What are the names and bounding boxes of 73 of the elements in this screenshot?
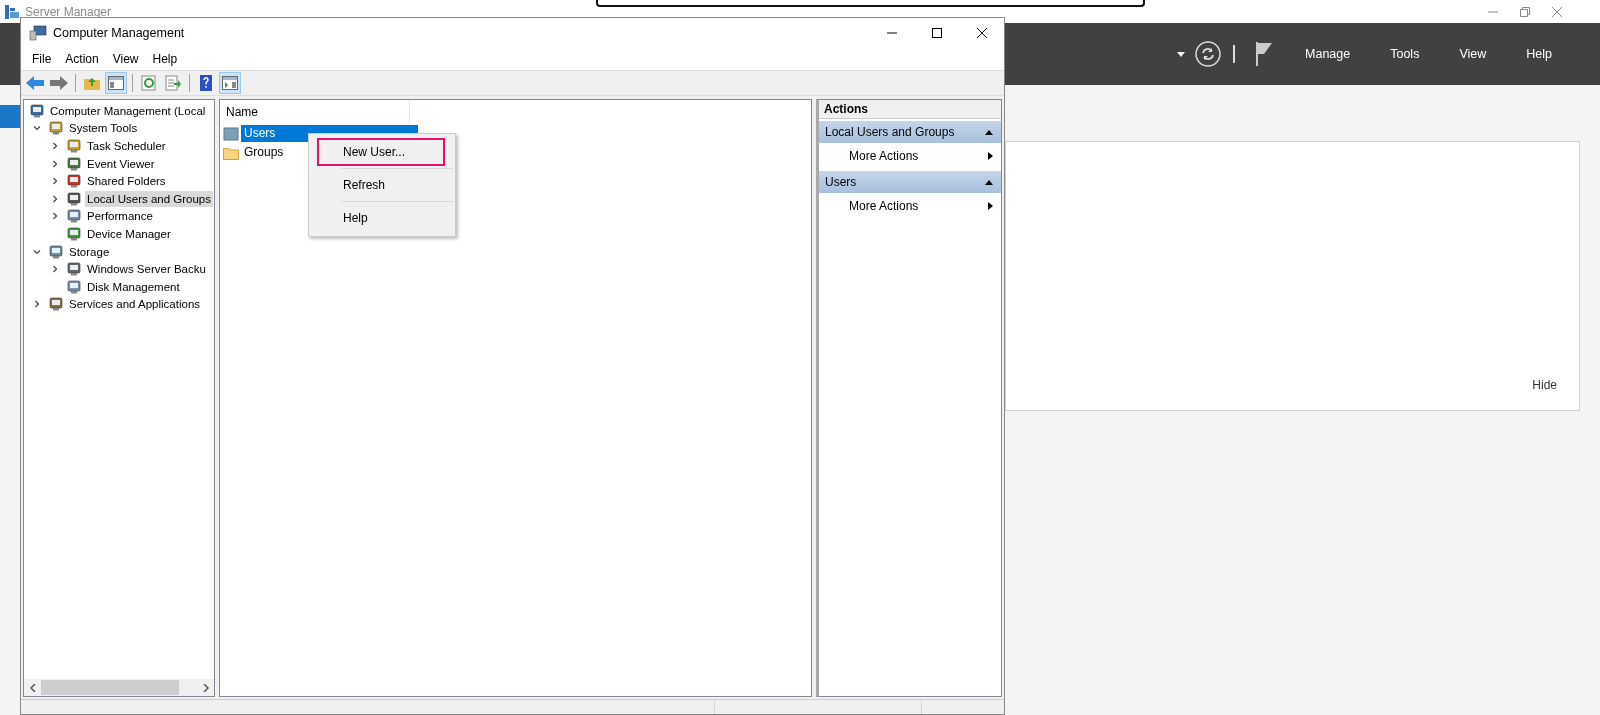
maximize-icon [931, 28, 942, 38]
collapse-triangle-icon[interactable] [985, 128, 993, 136]
tree-item[interactable]: Disk Management [85, 278, 182, 295]
menu-item[interactable]: Help [145, 48, 185, 70]
chevron-down-icon[interactable] [33, 247, 41, 256]
window-title: Computer Management [53, 26, 185, 40]
chevron-left-icon [29, 683, 36, 692]
dropdown-caret-icon[interactable] [1177, 51, 1186, 57]
node-icon [66, 208, 82, 225]
export-list-button[interactable] [162, 72, 184, 94]
node-icon [66, 138, 82, 154]
header-menu-item[interactable]: Help [1506, 39, 1572, 69]
users-folder-icon [223, 126, 239, 141]
hide-link[interactable]: Hide [1532, 378, 1557, 392]
node-icon [48, 120, 64, 137]
computer-icon [29, 25, 47, 41]
node-icon [66, 155, 82, 172]
folder-icon [223, 145, 239, 160]
context-menu-item[interactable]: Refresh [317, 171, 445, 199]
sidebar-selected-tile[interactable] [0, 105, 20, 128]
menu-item[interactable]: View [105, 48, 146, 70]
node-icon [66, 173, 82, 190]
horizontal-scrollbar[interactable] [24, 679, 214, 696]
header-menu-item[interactable]: Tools [1370, 39, 1440, 69]
tree-item[interactable]: Task Scheduler [85, 138, 168, 154]
flag-icon[interactable] [1255, 42, 1274, 66]
chevron-down-icon[interactable] [33, 124, 41, 133]
tree-item[interactable]: Device Manager [85, 225, 173, 242]
tree-item[interactable]: Shared Folders [85, 173, 168, 190]
chevron-right-icon[interactable] [33, 300, 41, 309]
chevron-right-icon[interactable] [51, 142, 59, 150]
node-icon [66, 261, 82, 278]
tree-item[interactable]: Windows Server Backu [85, 261, 208, 278]
context-menu-item[interactable]: New User... [317, 138, 445, 166]
menu-item[interactable]: Action [58, 48, 106, 70]
node-icon [29, 102, 45, 119]
header-menu-item[interactable]: Manage [1285, 39, 1371, 69]
tree-item[interactable]: Storage [67, 243, 112, 260]
submenu-arrow-icon[interactable] [986, 202, 994, 210]
app-title: Server Manager [25, 4, 112, 19]
console-tree-button[interactable] [105, 72, 127, 94]
tree-item[interactable]: System Tools [67, 120, 140, 137]
actions-section-header[interactable]: Users [819, 171, 1001, 193]
tree-item[interactable]: Performance [85, 208, 155, 225]
tree-item[interactable]: Computer Management (Local [48, 102, 208, 119]
action-item[interactable]: More Actions [819, 193, 1001, 219]
collapse-triangle-icon[interactable] [985, 178, 993, 186]
submenu-arrow-icon[interactable] [986, 152, 994, 160]
chevron-right-icon[interactable] [51, 265, 59, 274]
action-pane-button[interactable] [219, 72, 241, 94]
chevron-right-icon [202, 683, 209, 692]
node-icon [48, 243, 64, 260]
tree-item[interactable]: Event Viewer [85, 155, 157, 172]
node-icon [66, 278, 82, 295]
actions-header: Actions [819, 100, 1001, 119]
menu-item[interactable]: File [25, 48, 59, 70]
refresh-icon[interactable] [1195, 41, 1222, 67]
header-menu-item[interactable]: View [1439, 39, 1507, 69]
action-item[interactable]: More Actions [819, 143, 1001, 169]
column-header[interactable]: Name [220, 100, 410, 124]
close-icon[interactable] [1552, 6, 1562, 17]
restore-icon[interactable] [1520, 6, 1530, 17]
close-icon [976, 28, 987, 38]
actions-section-header[interactable]: Local Users and Groups [819, 121, 1001, 143]
node-icon [66, 190, 82, 207]
tree-item[interactable]: Local Users and Groups [85, 190, 213, 207]
context-menu-item[interactable]: Help [317, 204, 445, 232]
node-icon [66, 225, 82, 242]
tree-item[interactable]: Services and Applications [67, 296, 203, 313]
section-title: Local Users and Groups [825, 125, 955, 139]
node-icon [48, 296, 64, 313]
server-app-icon [4, 3, 20, 20]
section-title: Users [825, 175, 857, 189]
